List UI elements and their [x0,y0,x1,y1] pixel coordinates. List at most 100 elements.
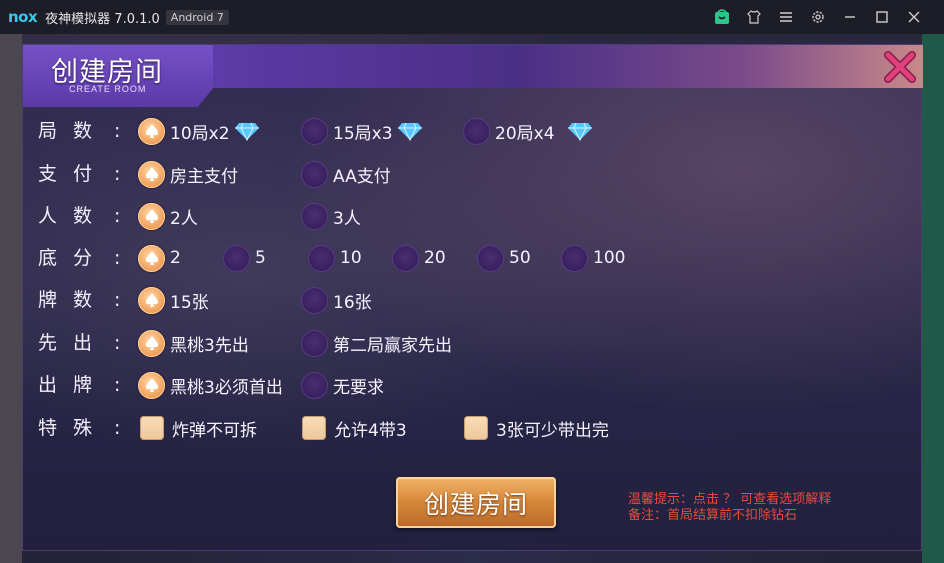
notes: 温馨提示：点击 ？ 可查看选项解释 备注：首局结算前不扣除钻石 [628,492,831,524]
option-label: 50 [509,248,531,268]
option-cards-15[interactable]: 15张 [138,284,209,316]
row-label: 先出 [38,332,109,354]
game-viewport: 创建房间 CREATE ROOM 局数 : 10局x2 15局x3 20局x4 … [0,34,944,563]
checkbox-label: 允许4带3 [334,420,407,441]
option-label: 2 [170,248,181,268]
radio-unselected[interactable] [301,202,328,230]
checkbox-three-fewer-kickers[interactable]: 3张可少带出完 [464,412,609,444]
radio-unselected[interactable] [301,371,328,399]
radio-unselected[interactable] [561,244,588,272]
radio-unselected[interactable] [223,244,250,272]
radio-selected[interactable] [138,371,165,399]
row-play-rule: 出牌 : 黑桃3必须首出 无要求 [23,369,923,401]
radio-unselected[interactable] [301,329,328,357]
option-play-spade3-first[interactable]: 黑桃3必须首出 [138,369,283,401]
row-colon: : [114,205,121,227]
close-icon[interactable] [898,0,930,34]
option-label: 黑桃3必须首出 [170,377,283,398]
spade-icon [145,293,158,307]
spade-icon [145,209,158,223]
diamond-icon [234,122,259,141]
option-cards-16[interactable]: 16张 [301,284,372,316]
option-label: 15局x3 [333,123,393,144]
spade-icon [145,336,158,350]
row-label: 特殊 [38,417,109,439]
radio-unselected[interactable] [301,117,328,145]
option-payment-host[interactable]: 房主支付 [138,158,238,190]
option-first-spade3[interactable]: 黑桃3先出 [138,327,249,359]
row-colon: : [114,289,121,311]
option-score-100[interactable]: 100 [561,242,625,274]
option-play-no-requirement[interactable]: 无要求 [301,369,384,401]
note-tip: 温馨提示：点击 ？ 可查看选项解释 [628,492,832,507]
row-label: 局数 [38,120,109,142]
radio-selected[interactable] [138,117,165,145]
radio-unselected[interactable] [392,244,419,272]
option-players-2[interactable]: 2人 [138,200,198,232]
option-label: 房主支付 [170,166,238,187]
option-first-winner[interactable]: 第二局赢家先出 [301,327,452,359]
gear-icon[interactable] [802,0,834,34]
radio-unselected[interactable] [463,117,490,145]
option-label: AA支付 [333,166,391,187]
radio-unselected[interactable] [301,160,328,188]
option-label: 无要求 [333,377,384,398]
option-score-5[interactable]: 5 [223,242,266,274]
row-rounds: 局数 : 10局x2 15局x3 20局x4 [23,115,923,147]
create-room-button-label: 创建房间 [423,489,528,519]
menu-icon[interactable] [770,0,802,34]
emulator-titlebar: nox 夜神模拟器 7.0.1.0 Android 7 [0,0,944,34]
row-colon: : [114,163,121,185]
checkbox-label: 炸弹不可拆 [172,420,257,441]
background-right-edge [922,34,944,563]
maximize-icon[interactable] [866,0,898,34]
row-payment: 支付 : 房主支付 AA支付 [23,158,923,190]
row-players: 人数 : 2人 3人 [23,200,923,232]
radio-unselected[interactable] [301,286,328,314]
option-rounds-10[interactable]: 10局x2 [138,115,260,147]
option-score-50[interactable]: 50 [477,242,531,274]
option-label: 2人 [170,208,198,229]
checkbox-allow-4-with-3[interactable]: 允许4带3 [302,412,407,444]
row-special: 特殊 : 炸弹不可拆 允许4带3 3张可少带出完 [23,412,923,444]
option-players-3[interactable]: 3人 [301,200,361,232]
radio-selected[interactable] [138,329,165,357]
titlebar-controls [706,0,930,34]
window-title: 夜神模拟器 7.0.1.0 [45,11,160,27]
radio-unselected[interactable] [308,244,335,272]
radio-selected[interactable] [138,244,165,272]
radio-selected[interactable] [138,160,165,188]
shop-icon[interactable] [706,0,738,34]
checkbox[interactable] [140,416,164,440]
option-score-10[interactable]: 10 [308,242,362,274]
option-score-2[interactable]: 2 [138,242,181,274]
checkbox[interactable] [464,416,488,440]
background-left-edge [0,34,22,563]
row-colon: : [114,120,121,142]
option-payment-aa[interactable]: AA支付 [301,158,391,190]
shirt-icon[interactable] [738,0,770,34]
option-label: 20局x4 [495,123,555,144]
row-label: 支付 [38,163,109,185]
row-colon: : [114,417,121,439]
option-label: 10局x2 [170,123,230,144]
option-rounds-20[interactable]: 20局x4 [463,115,593,147]
android-version-badge: Android 7 [165,9,229,25]
dialog-subtitle: CREATE ROOM [69,84,147,94]
option-label: 3人 [333,208,361,229]
option-label: 5 [255,248,266,268]
checkbox[interactable] [302,416,326,440]
option-score-20[interactable]: 20 [392,242,446,274]
row-colon: : [114,332,121,354]
checkbox-bomb-unsplittable[interactable]: 炸弹不可拆 [140,412,257,444]
dialog-close-button[interactable] [882,49,918,85]
option-rounds-15[interactable]: 15局x3 [301,115,423,147]
row-label: 底分 [38,247,109,269]
spade-icon [145,167,158,181]
create-room-button[interactable]: 创建房间 [396,477,556,528]
minimize-icon[interactable] [834,0,866,34]
option-label: 20 [424,248,446,268]
radio-unselected[interactable] [477,244,504,272]
radio-selected[interactable] [138,202,165,230]
radio-selected[interactable] [138,286,165,314]
